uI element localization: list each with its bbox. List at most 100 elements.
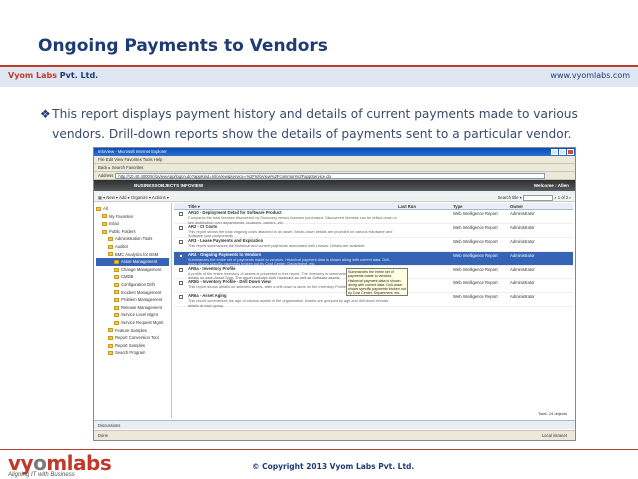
row-type: Web Intelligence Report [453,266,498,272]
infoview-toolbar: ▦ ▾ New ▾ Add ▾ Organize ▾ Actions ▾ Sea… [94,193,575,202]
tree-item-label: Public Folders [109,228,136,234]
col-title[interactable]: Title ▾ [188,203,398,209]
folder-icon [96,206,101,211]
row-checkbox[interactable] [179,239,183,244]
tree-item[interactable]: Configuration Drift [96,281,169,289]
diamond-bullet-icon: ❖ [40,107,51,121]
row-owner: Administrator [510,266,535,272]
folder-icon [102,214,107,219]
address-bar: Address http://10.40.4000/InfoViewApp/log… [94,172,575,180]
discussions-bar[interactable]: Discussions [94,420,575,429]
table-row[interactable]: AR2 - CI Costs This report shows the tota… [174,224,573,238]
tree-item[interactable]: Asset Management [96,258,169,266]
bullet-text: This report displays payment history and… [52,107,578,141]
company-name-suffix: Pvt. Ltd. [57,71,99,80]
col-type[interactable]: Type [453,203,510,209]
close-icon[interactable] [567,149,574,155]
row-last-run [398,252,453,265]
tree-item-label: Configuration Drift [121,281,155,287]
tree-item-label: Problem Management [121,297,163,303]
copyright: © Copyright 2013 Vyom Labs Pvt. Ltd. [252,462,415,471]
tree-item[interactable]: Feature Samples [96,327,169,335]
row-checkbox[interactable] [179,295,183,300]
pager[interactable]: 1 of 2 ▸ [558,195,571,200]
tree-item[interactable]: My Favorites [96,213,169,221]
tree-item[interactable]: Public Folders [96,228,169,236]
col-last-run[interactable]: Last Run [398,203,453,209]
tree-item[interactable]: Service Request Mgmt [96,319,169,327]
row-type: Web Intelligence Report [453,280,498,286]
row-checkbox[interactable] [179,225,183,230]
tree-item[interactable]: Inbox [96,220,169,228]
row-owner: Administrator [510,238,535,244]
folder-icon [114,267,119,272]
tree-item-label: All [103,206,108,211]
tree-item[interactable]: Auditor [96,243,169,251]
folder-icon [108,237,113,242]
tree-item-label: Service Level Mgmt [121,312,158,318]
row-checkbox-cell [174,266,188,279]
col-owner[interactable]: Owner [510,203,572,209]
tree-item-label: Incident Management [121,289,162,295]
screenshot-window: InfoView - Microsoft Internet Explorer F… [93,147,576,441]
tree-item-label: My Favorites [109,213,133,219]
address-input[interactable]: http://10.40.4000/InfoViewApp/logon.do?a… [115,172,546,179]
minimize-icon[interactable] [551,149,558,155]
folder-icon [114,290,119,295]
folder-icon [114,320,119,325]
table-row[interactable]: AR4 - Ongoing Payments to Vendors Summari… [174,251,573,267]
tree-item-label: Asset Management [121,259,158,265]
row-last-run [398,238,453,251]
row-checkbox[interactable] [179,212,183,216]
tree-item[interactable]: BMC Analytics for BSM [96,251,169,259]
row-checkbox[interactable] [179,253,183,258]
search-input[interactable] [523,194,554,201]
tree-item[interactable]: Release Management [96,304,169,312]
folder-icon [108,351,113,356]
company-name-brand: Vyom Labs [8,71,58,80]
tree-item[interactable]: Incident Management [96,289,169,297]
total-count: Total: 24 objects [538,411,567,416]
tree-item[interactable]: Report Conversion Tool [96,334,169,342]
browser-toolbar[interactable]: Back ▸ Search Favorites [94,164,575,172]
table-row[interactable]: AR10 - Deployment Detail for Software Pr… [174,210,573,225]
folder-icon [108,252,113,257]
row-owner: Administrator [510,294,535,300]
row-checkbox-cell [174,252,188,265]
tree-item-label: CMDB [121,274,134,280]
tree-item-label: BMC Analytics for BSM [115,251,159,257]
tree-item-label: Inbox [109,221,120,227]
website-link[interactable]: www.vyomlabs.com [550,71,630,80]
toolbar-actions[interactable]: ▦ ▾ New ▾ Add ▾ Organize ▾ Actions ▾ [98,193,169,201]
status-text: Done [98,433,109,438]
tree-item[interactable]: Search Program [96,349,169,357]
maximize-icon[interactable] [559,149,566,155]
row-checkbox[interactable] [179,267,183,272]
tree-item-label: Change Management [121,266,162,272]
tree-item[interactable]: All [96,205,169,213]
row-checkbox[interactable] [179,281,183,286]
tree-item[interactable]: Change Management [96,266,169,274]
row-title-cell: AR4 - Ongoing Payments to Vendors Summari… [188,252,398,267]
search-label[interactable]: Search title ▾ [498,195,522,200]
tree-item-label: Administration Tools [115,236,153,242]
tree-item[interactable]: Problem Management [96,296,169,304]
status-bar: Done Local intranet [94,430,575,440]
row-title-cell: AR3 - Lease Payments and Expiration This … [188,238,398,251]
tree-item[interactable]: CMDB [96,273,169,281]
folder-icon [102,222,107,227]
row-type: Web Intelligence Report [453,252,498,258]
search-icon[interactable]: ⌕ [554,195,556,200]
tree-item[interactable]: Administration Tools [96,235,169,243]
tree-item[interactable]: Service Level Mgmt [96,311,169,319]
row-owner: Administrator [510,280,535,286]
tree-item[interactable]: Report Samples [96,342,169,350]
row-type: Web Intelligence Report [453,294,498,300]
table-row[interactable]: AR3 - Lease Payments and Expiration This … [174,238,573,252]
row-type: Web Intelligence Report [453,211,498,216]
browser-menubar[interactable]: File Edit View Favorites Tools Help [94,156,575,164]
tree-item-label: Release Management [121,304,162,310]
footer-rule [0,449,638,450]
row-checkbox-cell [174,224,188,237]
row-owner: Administrator [510,252,535,258]
